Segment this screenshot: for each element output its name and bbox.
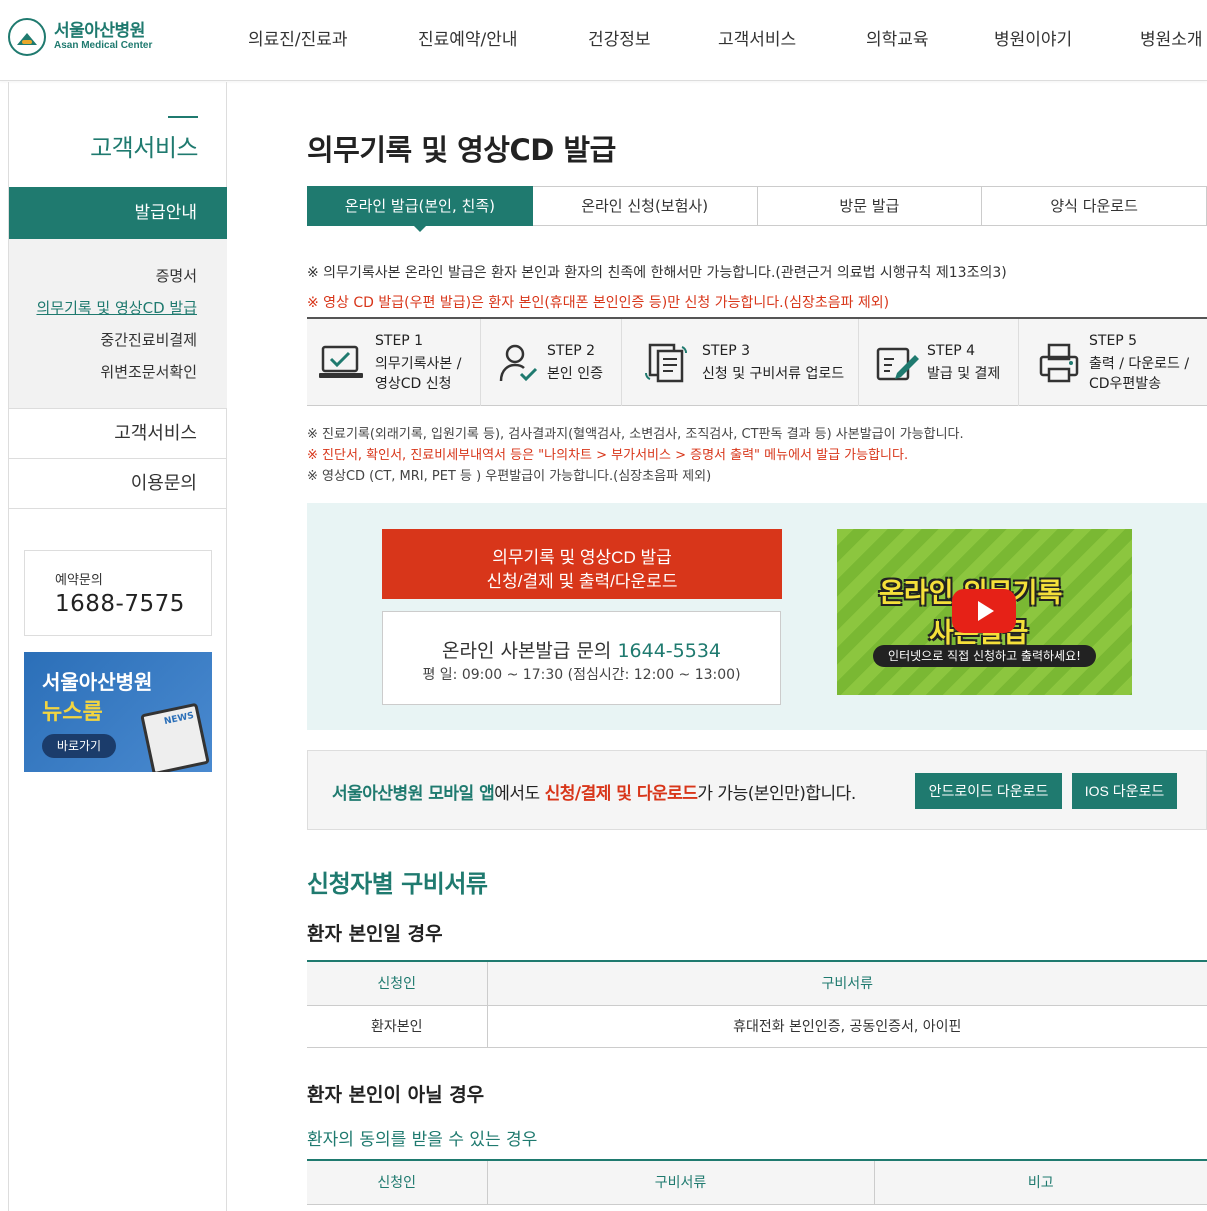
contact-phone: 1644-5534 (617, 640, 722, 662)
notice-certificates-menu: ※ 진단서, 확인서, 진료비세부내역서 등은 "나의차트 > 부가서비스 > … (307, 448, 909, 463)
step-1-label-line1: 의무기록사본 / (375, 356, 462, 372)
step-4-label: 발급 및 결제 (927, 366, 1001, 382)
tab-online-insurer[interactable]: 온라인 신청(보험사) (532, 186, 758, 226)
step-4: STEP 4 발급 및 결제 (859, 319, 1019, 406)
step-4-number: STEP 4 (927, 343, 976, 359)
step-5-label-line1: 출력 / 다운로드 / (1089, 356, 1190, 372)
step-2: STEP 2 본인 인증 (481, 319, 622, 406)
sidebar-title: 고객서비스 (90, 134, 198, 162)
consent-documents-table: 신청인 구비서류 비고 (307, 1159, 1207, 1205)
nav-customer-service[interactable]: 고객서비스 (718, 25, 796, 50)
tab-visit[interactable]: 방문 발급 (757, 186, 983, 226)
logo-emblem-icon (8, 18, 46, 56)
step-3: STEP 3 신청 및 구비서류 업로드 (622, 319, 859, 406)
newsroom-banner[interactable]: 서울아산병원 뉴스룸 바로가기 NEWS (24, 652, 212, 772)
page-title: 의무기록 및 영상CD 발급 (307, 133, 616, 167)
step-5-number: STEP 5 (1089, 333, 1138, 349)
app-feature: 신청/결제 및 다운로드 (544, 784, 698, 804)
submenu-medical-record[interactable]: 의무기록 및 영상CD 발급 (36, 297, 197, 318)
subsection-patient-self: 환자 본인일 경우 (307, 923, 443, 945)
table-header-documents: 구비서류 (487, 961, 1207, 1006)
step-2-label: 본인 인증 (547, 366, 603, 382)
site-header: 서울아산병원 Asan Medical Center 의료진/진료과 진료예약/… (0, 0, 1207, 81)
guide-video-thumbnail[interactable]: 온라인 의무기록 사본발급 인터넷으로 직접 신청하고 출력하세요! (837, 529, 1132, 695)
nav-reservation[interactable]: 진료예약/안내 (418, 25, 518, 50)
video-subtitle: 인터넷으로 직접 신청하고 출력하세요! (873, 645, 1096, 667)
table-header-documents: 구비서류 (487, 1160, 875, 1205)
app-name: 서울아산병원 모바일 앱 (332, 784, 495, 804)
phone-label: 예약문의 (55, 573, 103, 588)
reservation-phone-box: 예약문의 1688-7575 (24, 550, 212, 636)
issuance-cta-area: 의무기록 및 영상CD 발급 신청/결제 및 출력/다운로드 온라인 사본발급 … (307, 503, 1207, 730)
issue-request-button[interactable]: 의무기록 및 영상CD 발급 신청/결제 및 출력/다운로드 (382, 529, 782, 599)
notice-eligibility: ※ 의무기록사본 온라인 발급은 환자 본인과 환자의 친족에 한해서만 가능합… (307, 265, 1007, 281)
contact-line: 온라인 사본발급 문의 1644-5534 (383, 636, 780, 663)
step-1: STEP 1 의무기록사본 / 영상CD 신청 (307, 319, 481, 406)
step-1-label-line2: 영상CD 신청 (375, 376, 452, 392)
phone-number: 1688-7575 (55, 591, 185, 617)
issue-request-line2: 신청/결제 및 출력/다운로드 (486, 571, 678, 591)
section-required-documents: 신청자별 구비서류 (307, 870, 488, 898)
notice-available-records: ※ 진료기록(외래기록, 입원기록 등), 검사결과지(혈액검사, 소변검사, … (307, 427, 964, 442)
step-1-number: STEP 1 (375, 333, 424, 349)
sidebar-item-customer-service[interactable]: 고객서비스 (9, 409, 227, 459)
nav-doctors[interactable]: 의료진/진료과 (248, 25, 348, 50)
table-header-applicant: 신청인 (307, 961, 488, 1006)
logo-english-text: Asan Medical Center (54, 39, 153, 51)
table-cell-applicant: 환자본인 (307, 1005, 488, 1048)
notice-cd-mail: ※ 영상CD (CT, MRI, PET 등 ) 우편발급이 가능합니다.(심장… (307, 469, 712, 484)
printer-icon (1039, 343, 1079, 383)
nav-about[interactable]: 병원소개 (1140, 25, 1203, 50)
nav-health-info[interactable]: 건강정보 (588, 25, 651, 50)
table-cell-documents: 휴대전화 본인인증, 공동인증서, 아이핀 (487, 1005, 1207, 1048)
sidebar-item-issuance[interactable]: 발급안내 (9, 187, 227, 239)
table-header-remarks: 비고 (874, 1160, 1207, 1205)
subsection-not-patient: 환자 본인이 아닐 경우 (307, 1084, 485, 1106)
sidebar: 고객서비스 발급안내 증명서 의무기록 및 영상CD 발급 중간진료비결제 위변… (8, 82, 227, 1211)
self-documents-table: 신청인 구비서류 환자본인 휴대전화 본인인증, 공동인증서, 아이핀 (307, 960, 1207, 1048)
android-download-button[interactable]: 안드로이드 다운로드 (915, 773, 1062, 809)
document-edit-icon (876, 347, 919, 381)
app-text-mid: 에서도 (494, 784, 545, 804)
step-3-number: STEP 3 (702, 343, 751, 359)
issue-request-line1: 의무기록 및 영상CD 발급 (492, 547, 672, 567)
user-check-icon (499, 344, 538, 382)
step-3-label: 신청 및 구비서류 업로드 (702, 366, 845, 382)
submenu-forgery-check[interactable]: 위변조문서확인 (100, 361, 197, 382)
tab-online-self[interactable]: 온라인 발급(본인, 친족) (307, 186, 533, 232)
table-header-applicant: 신청인 (307, 1160, 488, 1205)
contact-hours: 평 일: 09:00 ~ 17:30 (점심시간: 12:00 ~ 13:00) (422, 667, 741, 683)
play-button-icon[interactable] (952, 589, 1016, 633)
submenu-interim-payment[interactable]: 중간진료비결제 (100, 329, 197, 350)
mobile-app-notice: 서울아산병원 모바일 앱에서도 신청/결제 및 다운로드가 가능(본인만)합니다… (332, 779, 856, 804)
process-steps: STEP 1 의무기록사본 / 영상CD 신청 STEP 2 본인 인증 STE… (307, 317, 1207, 406)
tablet-icon (140, 702, 210, 772)
issuance-contact-box: 온라인 사본발급 문의 1644-5534 평 일: 09:00 ~ 17:30… (382, 611, 781, 705)
step-2-number: STEP 2 (547, 343, 596, 359)
laptop-check-icon (319, 345, 363, 378)
ios-download-button[interactable]: IOS 다운로드 (1072, 773, 1177, 809)
newsroom-title-line1: 서울아산병원 (42, 670, 153, 694)
step-5: STEP 5 출력 / 다운로드 / CD우편발송 (1019, 319, 1207, 406)
issuance-tabs: 온라인 발급(본인, 친족) 온라인 신청(보험사) 방문 발급 양식 다운로드 (307, 186, 1207, 232)
subsection-with-consent: 환자의 동의를 받을 수 있는 경우 (307, 1130, 538, 1150)
mobile-app-box: 서울아산병원 모바일 앱에서도 신청/결제 및 다운로드가 가능(본인만)합니다… (307, 750, 1207, 830)
notice-cd-restriction: ※ 영상 CD 발급(우편 발급)은 환자 본인(휴대폰 본인인증 등)만 신청… (307, 295, 890, 311)
app-text-end: 가 가능(본인만)합니다. (697, 784, 856, 804)
tab-form-download[interactable]: 양식 다운로드 (982, 186, 1207, 226)
step-5-label-line2: CD우편발송 (1089, 376, 1162, 392)
table-row: 환자본인 휴대전화 본인인증, 공동인증서, 아이핀 (307, 1005, 1207, 1048)
newsroom-go-button[interactable]: 바로가기 (42, 734, 116, 758)
nav-medical-education[interactable]: 의학교육 (866, 25, 929, 50)
newsroom-title-line2: 뉴스룸 (42, 700, 103, 725)
sidebar-title-divider (168, 116, 198, 118)
sidebar-submenu: 증명서 의무기록 및 영상CD 발급 중간진료비결제 위변조문서확인 (9, 239, 227, 409)
contact-label: 온라인 사본발급 문의 (441, 640, 612, 662)
site-logo[interactable]: 서울아산병원 Asan Medical Center (8, 18, 152, 56)
nav-hospital-story[interactable]: 병원이야기 (994, 25, 1072, 50)
sidebar-item-inquiry[interactable]: 이용문의 (9, 459, 227, 509)
submenu-certificate[interactable]: 증명서 (156, 265, 197, 286)
logo-korean-text: 서울아산병원 (54, 20, 145, 41)
document-upload-icon (645, 343, 687, 383)
